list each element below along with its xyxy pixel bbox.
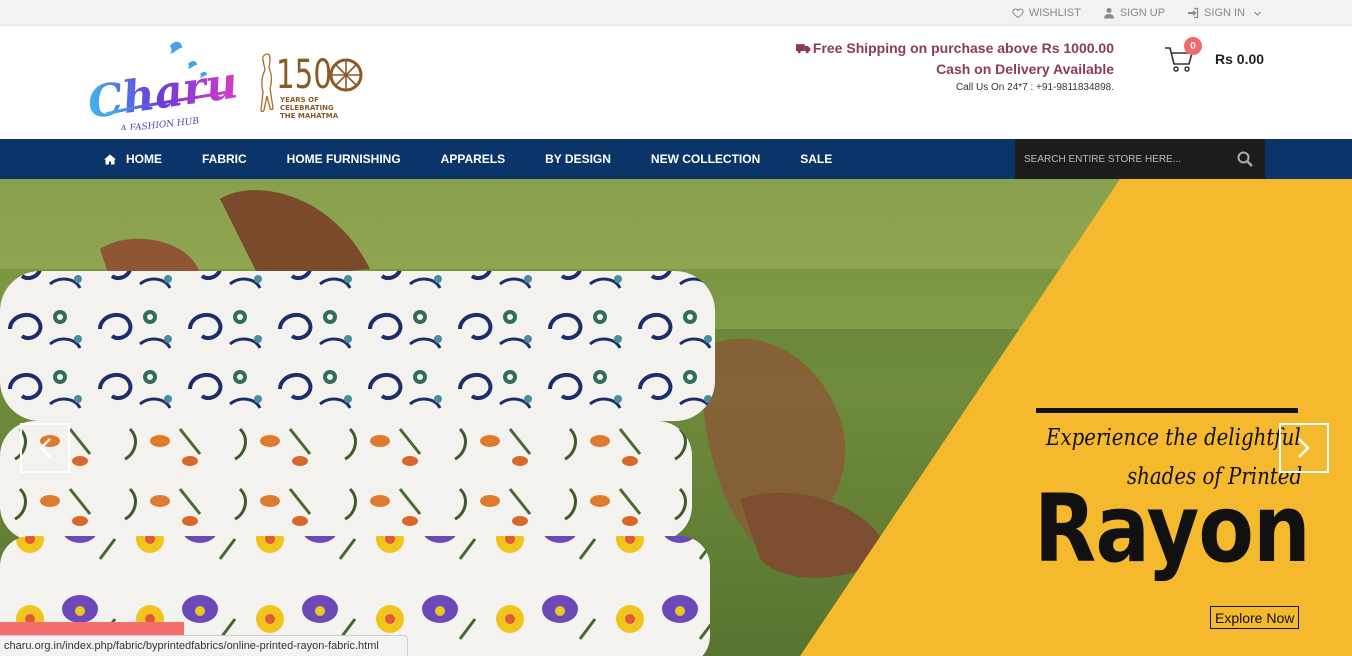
heart-icon: [1012, 8, 1024, 19]
cod-line: Cash on Delivery Available: [936, 61, 1114, 77]
slider-prev-button[interactable]: [20, 423, 70, 473]
search-box: [1015, 139, 1265, 179]
150-years-mahatma-logo: 150 YEARS OF CELEBRATING THE MAHATMA: [260, 52, 363, 120]
shipping-info: Free Shipping on purchase above Rs 1000.…: [795, 40, 1114, 93]
chevron-down-icon: [1254, 11, 1261, 16]
chevron-right-icon: [1298, 438, 1310, 458]
truck-icon: [795, 43, 811, 53]
nav-item-apparels[interactable]: APPARELS: [441, 152, 505, 166]
svg-text:CELEBRATING: CELEBRATING: [280, 104, 334, 112]
nav-item-by-design[interactable]: BY DESIGN: [545, 152, 611, 166]
banner-fabric-image: [0, 179, 1352, 656]
main-navigation: HOME FABRIC HOME FURNISHING APPARELS BY …: [0, 139, 1352, 179]
signup-link[interactable]: SIGN UP: [1103, 7, 1165, 19]
cart-count-badge: 0: [1184, 37, 1202, 55]
chevron-left-icon: [39, 438, 51, 458]
free-shipping-text: Free Shipping on purchase above Rs 1000.…: [812, 40, 1114, 56]
nav-item-label: NEW COLLECTION: [650, 152, 761, 166]
home-icon: [104, 154, 116, 164]
banner-headline: Rayon: [1034, 475, 1311, 584]
wishlist-link[interactable]: WISHLIST: [1012, 7, 1081, 19]
wishlist-label: WISHLIST: [1028, 7, 1081, 19]
banner-line1: Experience the delightful: [1046, 425, 1301, 451]
search-icon[interactable]: [1237, 151, 1253, 167]
banner-divider: [1036, 408, 1298, 413]
hero-banner[interactable]: Experience the delightful shades of Prin…: [0, 179, 1352, 656]
nav-item-sale[interactable]: SALE: [800, 152, 832, 166]
nav-item-home-furnishing[interactable]: HOME FURNISHING: [287, 152, 401, 166]
sign-in-icon: [1188, 7, 1199, 19]
signin-label: SIGN IN: [1204, 7, 1245, 19]
nav-item-home[interactable]: HOME: [104, 152, 162, 166]
nav-item-label: HOME FURNISHING: [286, 152, 401, 166]
signin-link[interactable]: SIGN IN: [1187, 7, 1262, 19]
svg-text:THE MAHATMA: THE MAHATMA: [280, 112, 339, 120]
charu-logo[interactable]: Charu A FASHION HUB: [86, 38, 236, 130]
account-links: WISHLIST SIGN UP SIGN IN: [1012, 0, 1262, 26]
explore-now-button[interactable]: Explore Now: [1210, 606, 1300, 629]
nav-item-fabric[interactable]: FABRIC: [202, 152, 247, 166]
search-input[interactable]: [1015, 153, 1225, 165]
nav-item-label: APPARELS: [440, 152, 506, 166]
nav-item-label: SALE: [800, 152, 833, 166]
top-utility-bar: WISHLIST SIGN UP SIGN IN: [0, 0, 1352, 26]
cart-total[interactable]: Rs 0.00: [1215, 51, 1264, 67]
nav-item-new-collection[interactable]: NEW COLLECTION: [651, 152, 760, 166]
slider-next-button[interactable]: [1279, 423, 1329, 473]
browser-status-url: charu.org.in/index.php/fabric/byprintedf…: [0, 635, 408, 656]
site-header: Charu A FASHION HUB 150 YEARS OF CELEBRA…: [0, 26, 1352, 139]
signup-label: SIGN UP: [1119, 7, 1166, 19]
nav-item-label: HOME: [126, 152, 162, 166]
nav-item-label: BY DESIGN: [545, 152, 611, 166]
user-icon: [1103, 8, 1114, 19]
svg-text:YEARS OF: YEARS OF: [279, 96, 319, 104]
nav-item-label: FABRIC: [202, 152, 247, 166]
svg-text:150: 150: [276, 52, 332, 98]
call-us-line: Call Us On 24*7 : +91-9811834898.: [956, 82, 1114, 93]
free-shipping-line: Free Shipping on purchase above Rs 1000.…: [795, 40, 1114, 56]
